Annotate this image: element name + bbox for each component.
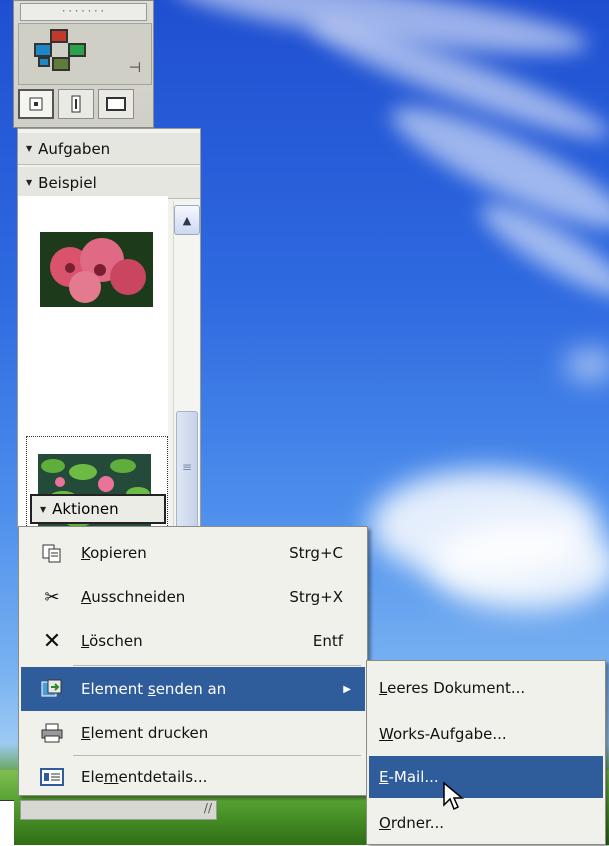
window-edge: [0, 800, 14, 846]
sidebar-app-icon[interactable]: ⊣: [18, 23, 152, 85]
menu-item-ausschneiden[interactable]: ✂ Ausschneiden Strg+X: [21, 575, 365, 619]
aktionen-button[interactable]: ▼ Aktionen: [30, 494, 166, 524]
medium-view-button[interactable]: [58, 89, 94, 119]
drag-handle[interactable]: ·······: [20, 3, 147, 21]
collapse-triangle-icon: ▼: [40, 504, 47, 514]
menu-item-kopieren[interactable]: Kopieren Strg+C: [21, 531, 365, 575]
scroll-up-button[interactable]: ▲: [174, 205, 200, 235]
submenu-item-e-mail[interactable]: E-Mail...: [369, 756, 603, 798]
menu-item-elementdetails[interactable]: Elementdetails...: [21, 755, 365, 799]
menu-item-label: Ausschneiden: [81, 588, 186, 606]
details-icon: [39, 764, 65, 790]
thumbnail-list: [18, 196, 168, 542]
submenu-item-label: Works-Aufgabe...: [379, 725, 507, 743]
windows-tiles-icon: [34, 29, 86, 71]
panel-bottom-bar: //: [20, 800, 217, 820]
menu-item-label: Element senden an: [81, 680, 227, 698]
mouse-cursor-icon: [443, 781, 465, 811]
scroll-thumb[interactable]: [176, 411, 198, 528]
collapse-triangle-icon: ▼: [26, 178, 33, 187]
task-panel: ▼ Aufgaben ▼ Beispiel ▲ ≡ ▼ Aktionen: [17, 128, 201, 542]
grip-dots: ·······: [61, 7, 106, 17]
delete-icon: ✕: [42, 628, 62, 654]
section-label: Aufgaben: [38, 139, 111, 158]
submenu-item-label: Leeres Dokument...: [379, 679, 526, 697]
send-to-icon: [39, 676, 65, 702]
menu-item-loeschen[interactable]: ✕ Löschen Entf: [21, 619, 365, 663]
aktionen-label: Aktionen: [52, 500, 119, 518]
submenu-item-label: E-Mail...: [379, 768, 439, 786]
menu-item-shortcut: Entf: [312, 632, 343, 650]
medium-view-icon: [71, 95, 81, 113]
cloud: [565, 350, 609, 380]
sidebar-gadget: ······· ⊣: [13, 0, 154, 128]
submenu-item-label: Ordner...: [379, 814, 445, 832]
section-beispiel[interactable]: ▼ Beispiel: [18, 167, 200, 199]
section-aufgaben[interactable]: ▼ Aufgaben: [18, 133, 200, 165]
flower-thumbnail[interactable]: [40, 232, 153, 307]
resize-grip-icon[interactable]: //: [204, 801, 212, 815]
large-view-button[interactable]: [98, 89, 134, 119]
submenu-item-leeres-dokument[interactable]: Leeres Dokument...: [369, 667, 603, 709]
menu-item-label: Elementdetails...: [81, 768, 208, 786]
printer-icon: [39, 720, 65, 746]
menu-item-shortcut: Strg+X: [289, 588, 343, 606]
cloud: [430, 520, 609, 610]
send-to-submenu: Leeres Dokument... Works-Aufgabe... E-Ma…: [366, 660, 606, 845]
submenu-arrow-icon: ▶: [343, 683, 351, 695]
menu-item-shortcut: Strg+C: [289, 544, 343, 562]
menu-separator: [73, 665, 361, 666]
copy-icon: [39, 540, 65, 566]
menu-item-label: Element drucken: [81, 724, 209, 742]
menu-item-label: Kopieren: [81, 544, 147, 562]
scissors-icon: ✂: [44, 586, 60, 608]
large-view-icon: [106, 97, 126, 111]
vertical-scrollbar[interactable]: ▲: [173, 201, 200, 528]
pin-icon[interactable]: ⊣: [129, 60, 141, 76]
menu-item-element-senden-an[interactable]: Element senden an ▶: [21, 667, 365, 711]
small-view-button[interactable]: [18, 89, 54, 119]
section-label: Beispiel: [38, 173, 97, 192]
collapse-triangle-icon: ▼: [26, 144, 33, 153]
submenu-item-ordner[interactable]: Ordner...: [369, 802, 603, 844]
context-menu: Kopieren Strg+C ✂ Ausschneiden Strg+X ✕ …: [18, 526, 368, 796]
small-view-icon: [29, 97, 43, 111]
menu-item-label: Löschen: [81, 632, 143, 650]
submenu-item-works-aufgabe[interactable]: Works-Aufgabe...: [369, 713, 603, 755]
menu-item-element-drucken[interactable]: Element drucken: [21, 711, 365, 755]
